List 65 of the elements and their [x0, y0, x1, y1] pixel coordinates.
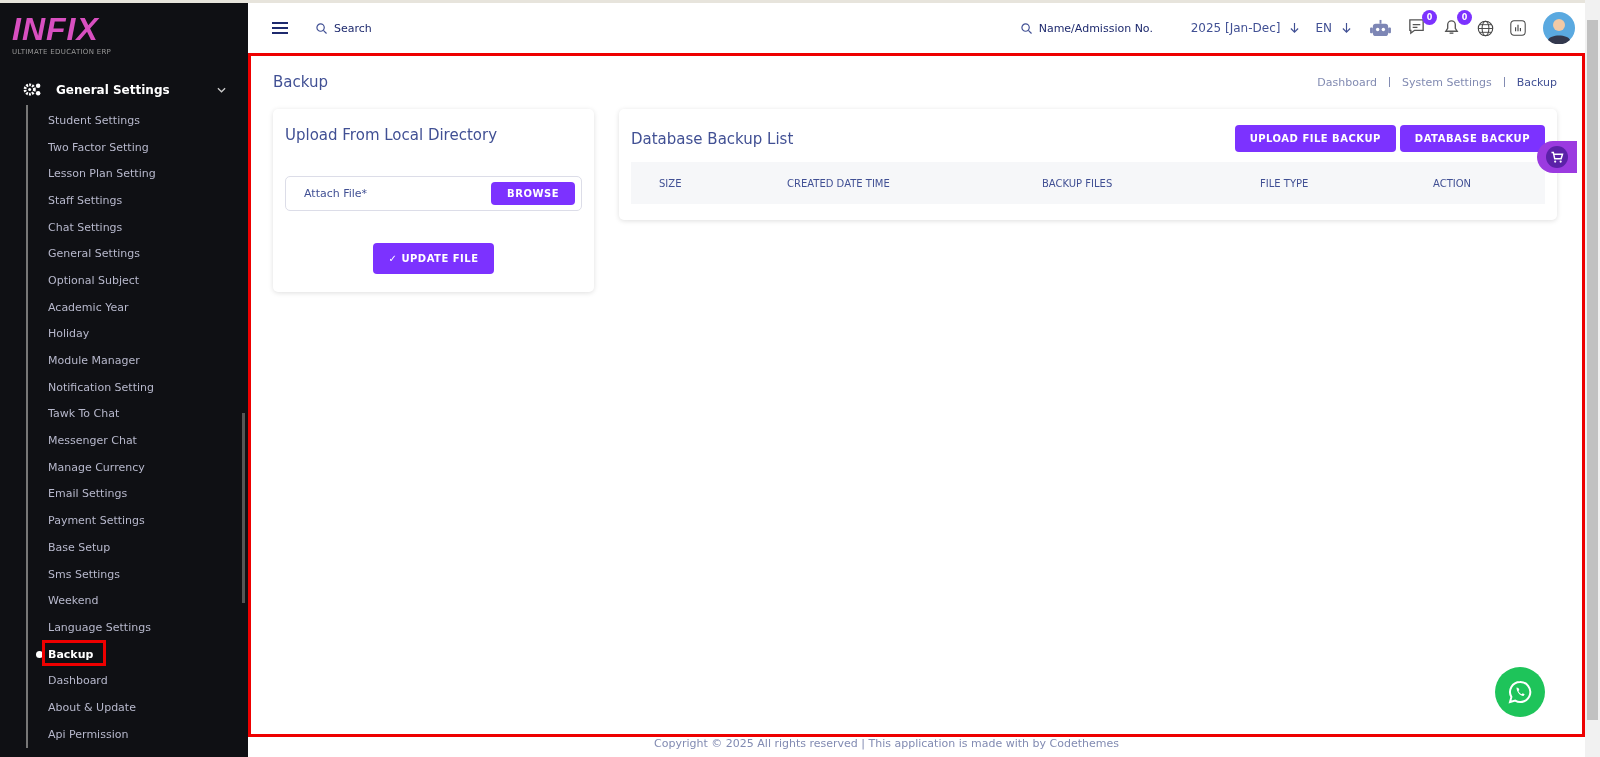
sidebar-item[interactable]: Api Permission — [48, 727, 129, 741]
arrow-down-icon[interactable] — [1290, 22, 1300, 34]
sidebar-item[interactable]: Email Settings — [48, 487, 128, 501]
sidebar-item[interactable]: Messenger Chat — [48, 434, 137, 448]
menu-icon[interactable] — [272, 22, 288, 34]
scrollbar-thumb[interactable] — [242, 413, 245, 603]
sidebar-item[interactable]: Backup — [48, 647, 94, 661]
scrollbar-thumb[interactable] — [1587, 20, 1598, 720]
browse-button[interactable]: BROWSE — [491, 182, 575, 205]
sidebar-item[interactable]: Language Settings — [48, 620, 151, 634]
session-selector[interactable]: 2025 [Jan-Dec] — [1190, 21, 1281, 35]
notification-count-badge: 0 — [1457, 9, 1472, 25]
sidebar-item[interactable]: Academic Year — [48, 300, 129, 314]
sidebar-item[interactable]: Manage Currency — [48, 460, 145, 474]
chart-icon[interactable] — [1510, 20, 1526, 36]
backup-button[interactable]: DATABASE BACKUP — [1399, 125, 1545, 152]
update-file-button[interactable]: ✓ UPDATE FILE — [372, 243, 495, 274]
search-icon — [1020, 22, 1032, 34]
logo-title[interactable]: INFIX — [12, 13, 248, 45]
search-icon — [316, 22, 327, 34]
column-header[interactable]: CREATED DATE TIME — [787, 177, 1042, 189]
column-header[interactable]: SIZE — [659, 177, 787, 189]
cart-icon — [1546, 146, 1568, 168]
column-header[interactable]: BACKUP FILES — [1042, 177, 1260, 189]
avatar-icon[interactable] — [1543, 12, 1575, 44]
sidebar-item[interactable]: Chat Settings — [48, 220, 123, 234]
sidebar-item[interactable]: General Settings — [48, 247, 140, 261]
sidebar-item[interactable]: Base Setup — [48, 540, 111, 554]
card-title: Upload From Local Directory — [285, 126, 499, 144]
card-title: Database Backup List — [631, 129, 794, 148]
chevron-icon[interactable] — [217, 86, 226, 93]
footer-text: Copyright © 2025 All rights reserved | This application is made with by Codethemes — [653, 737, 1120, 752]
section-title[interactable]: General Settings — [56, 82, 217, 97]
phone-chat-icon — [1508, 680, 1532, 704]
chat-icon[interactable] — [1407, 16, 1426, 36]
sidebar-item[interactable]: Two Factor Setting — [48, 140, 149, 154]
page-title: Backup — [273, 73, 328, 91]
sidebar-item[interactable]: Optional Subject — [48, 273, 140, 287]
robot-icon[interactable] — [1370, 18, 1391, 38]
sidebar-item[interactable]: Holiday — [48, 327, 90, 341]
active-dot — [36, 650, 43, 658]
file-picker[interactable]: Attach File* BROWSE — [285, 176, 582, 211]
sidebar-item[interactable]: Weekend — [48, 594, 99, 608]
sidebar-item[interactable]: Tawk To Chat — [48, 407, 120, 421]
breadcrumb-link[interactable]: System Settings — [1402, 75, 1492, 89]
sidebar-item[interactable]: Lesson Plan Setting — [48, 167, 156, 181]
breadcrumb-link[interactable]: Dashboard — [1317, 75, 1378, 89]
column-header[interactable]: FILE TYPE — [1260, 177, 1433, 189]
arrow-down-icon[interactable] — [1342, 22, 1351, 34]
sidebar-item[interactable]: Sms Settings — [48, 567, 121, 581]
column-header[interactable]: ACTION — [1433, 177, 1545, 189]
breadcrumb-link[interactable]: Backup — [1516, 75, 1557, 89]
chat-count-badge: 0 — [1422, 9, 1437, 25]
sidebar-item[interactable]: Module Manager — [48, 354, 140, 368]
sidebar-item[interactable]: Dashboard — [48, 674, 108, 688]
sidebar-item[interactable]: Student Settings — [48, 113, 140, 127]
backup-button[interactable]: UPLOAD FILE BACKUP — [1234, 125, 1396, 152]
language-selector[interactable]: EN — [1315, 21, 1332, 35]
cart-tab[interactable] — [1537, 141, 1577, 173]
sidebar-item[interactable]: Payment Settings — [48, 514, 145, 528]
globe-icon[interactable] — [1477, 19, 1494, 37]
gears-icon — [23, 82, 42, 97]
sidebar-item[interactable]: Notification Setting — [48, 380, 154, 394]
sidebar-item[interactable]: About & Update — [48, 700, 136, 714]
sidebar-item[interactable]: Staff Settings — [48, 193, 123, 207]
